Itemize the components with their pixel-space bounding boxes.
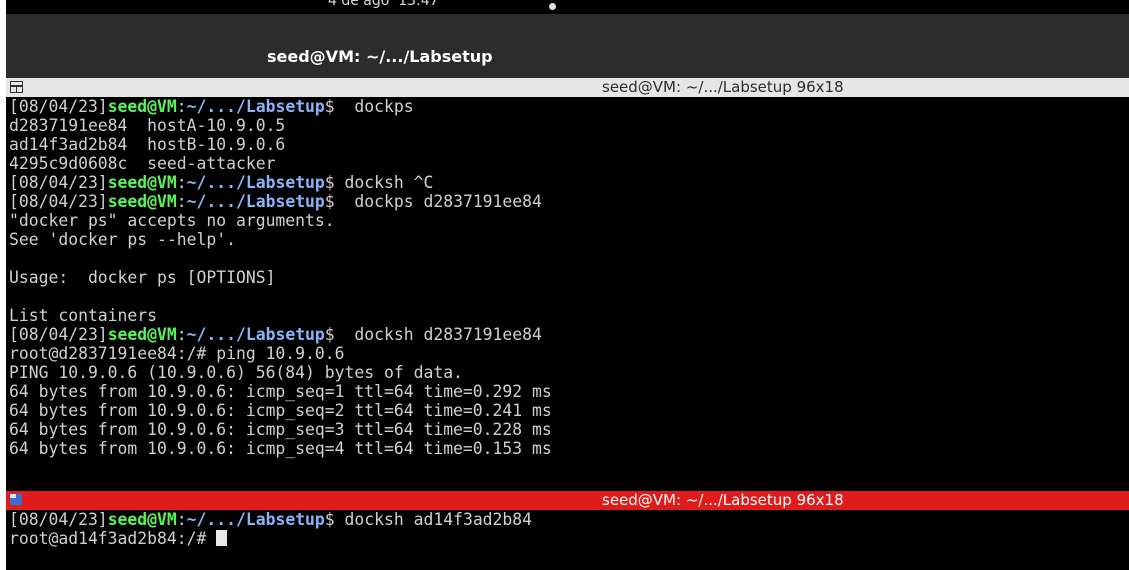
prompt-line: [08/04/23]seed@VM:~/.../Labsetup$ docksh… (9, 325, 1129, 344)
prompt-line: [08/04/23]seed@VM:~/.../Labsetup$ docksh… (9, 510, 1129, 529)
output-text: ad14f3ad2b84 hostB-10.9.0.6 (9, 135, 286, 154)
prompt-line: [08/04/23]seed@VM:~/.../Labsetup$ dockps… (9, 192, 1129, 211)
window-titlebar[interactable]: seed@VM: ~/.../Labsetup (6, 14, 1129, 78)
output-line: 64 bytes from 10.9.0.6: icmp_seq=1 ttl=6… (9, 382, 1129, 401)
prompt-path: ~/.../Labsetup (186, 173, 325, 192)
prompt-path: ~/.../Labsetup (186, 192, 325, 211)
prompt-line: [08/04/23]seed@VM:~/.../Labsetup$ docksh… (9, 173, 1129, 192)
terminal-icon[interactable] (10, 494, 22, 505)
output-line: PING 10.9.0.6 (10.9.0.6) 56(84) bytes of… (9, 363, 1129, 382)
prompt-date: [08/04/23] (9, 325, 108, 344)
output-line: See 'docker ps --help'. (9, 230, 1129, 249)
prompt-separator: : (176, 97, 187, 116)
prompt-separator: : (176, 325, 187, 344)
output-line: List containers (9, 306, 1129, 325)
prompt-path: ~/.../Labsetup (186, 510, 325, 529)
terminal-pane-header-top[interactable]: seed@VM: ~/.../Labsetup 96x18 (6, 78, 1129, 97)
output-line: 64 bytes from 10.9.0.6: icmp_seq=4 ttl=6… (9, 439, 1129, 458)
command-text: $ docksh ad14f3ad2b84 (324, 510, 533, 529)
output-text: 64 bytes from 10.9.0.6: icmp_seq=3 ttl=6… (9, 420, 552, 439)
prompt-user: seed@VM (107, 510, 177, 529)
prompt-date: [08/04/23] (9, 97, 108, 116)
terminal-pane-bottom[interactable]: [08/04/23]seed@VM:~/.../Labsetup$ docksh… (6, 510, 1129, 570)
prompt-user: seed@VM (107, 192, 177, 211)
command-text: $ dockps (324, 97, 414, 116)
terminal-icon[interactable] (10, 81, 23, 93)
prompt-date: [08/04/23] (9, 173, 108, 192)
output-line: Usage: docker ps [OPTIONS] (9, 268, 1129, 287)
output-line: d2837191ee84 hostA-10.9.0.5 (9, 116, 1129, 135)
output-line: ad14f3ad2b84 hostB-10.9.0.6 (9, 135, 1129, 154)
prompt-line: [08/04/23]seed@VM:~/.../Labsetup$ dockps (9, 97, 1129, 116)
output-text: List containers (9, 306, 158, 325)
prompt-separator: : (176, 173, 187, 192)
prompt-user: seed@VM (107, 173, 177, 192)
output-text: Usage: docker ps [OPTIONS] (9, 268, 276, 287)
text-cursor (216, 530, 228, 546)
prompt-date: [08/04/23] (9, 192, 108, 211)
terminal-pane-header-bottom[interactable]: seed@VM: ~/.../Labsetup 96x18 (6, 491, 1129, 510)
output-line: "docker ps" accepts no arguments. (9, 211, 1129, 230)
system-top-bar: 4 de ago 13:47 (6, 0, 1129, 14)
prompt-separator: : (176, 510, 187, 529)
output-line: 64 bytes from 10.9.0.6: icmp_seq=2 ttl=6… (9, 401, 1129, 420)
output-line: 4295c9d0608c seed-attacker (9, 154, 1129, 173)
system-clock[interactable]: 4 de ago 13:47 (328, 0, 439, 9)
output-text: "docker ps" accepts no arguments. (9, 211, 335, 230)
output-text: root@ad14f3ad2b84:/# (9, 529, 217, 548)
prompt-date: [08/04/23] (9, 510, 108, 529)
pane-title-bottom: seed@VM: ~/.../Labsetup 96x18 (602, 491, 844, 509)
prompt-user: seed@VM (107, 97, 177, 116)
output-text: See 'docker ps --help'. (9, 230, 236, 249)
output-text: 64 bytes from 10.9.0.6: icmp_seq=2 ttl=6… (9, 401, 552, 420)
prompt-user: seed@VM (107, 325, 177, 344)
output-text: PING 10.9.0.6 (10.9.0.6) 56(84) bytes of… (9, 363, 463, 382)
output-text: 4295c9d0608c seed-attacker (9, 154, 276, 173)
prompt-path: ~/.../Labsetup (186, 325, 325, 344)
window-title: seed@VM: ~/.../Labsetup (267, 47, 493, 66)
output-text: root@d2837191ee84:/# ping 10.9.0.6 (9, 344, 345, 363)
output-line: 64 bytes from 10.9.0.6: icmp_seq=3 ttl=6… (9, 420, 1129, 439)
pane-title-top: seed@VM: ~/.../Labsetup 96x18 (602, 78, 844, 96)
output-line: root@ad14f3ad2b84:/# (9, 529, 1129, 548)
output-text: 64 bytes from 10.9.0.6: icmp_seq=1 ttl=6… (9, 382, 552, 401)
output-line: root@d2837191ee84:/# ping 10.9.0.6 (9, 344, 1129, 363)
command-text: $ docksh ^C (324, 173, 434, 192)
prompt-separator: : (176, 192, 187, 211)
prompt-path: ~/.../Labsetup (186, 97, 325, 116)
notification-dot-icon (549, 3, 556, 10)
command-text: $ dockps d2837191ee84 (324, 192, 542, 211)
output-text: d2837191ee84 hostA-10.9.0.5 (9, 116, 286, 135)
command-text: $ docksh d2837191ee84 (324, 325, 542, 344)
terminal-pane-top[interactable]: [08/04/23]seed@VM:~/.../Labsetup$ dockps… (6, 97, 1129, 491)
output-text: 64 bytes from 10.9.0.6: icmp_seq=4 ttl=6… (9, 439, 552, 458)
